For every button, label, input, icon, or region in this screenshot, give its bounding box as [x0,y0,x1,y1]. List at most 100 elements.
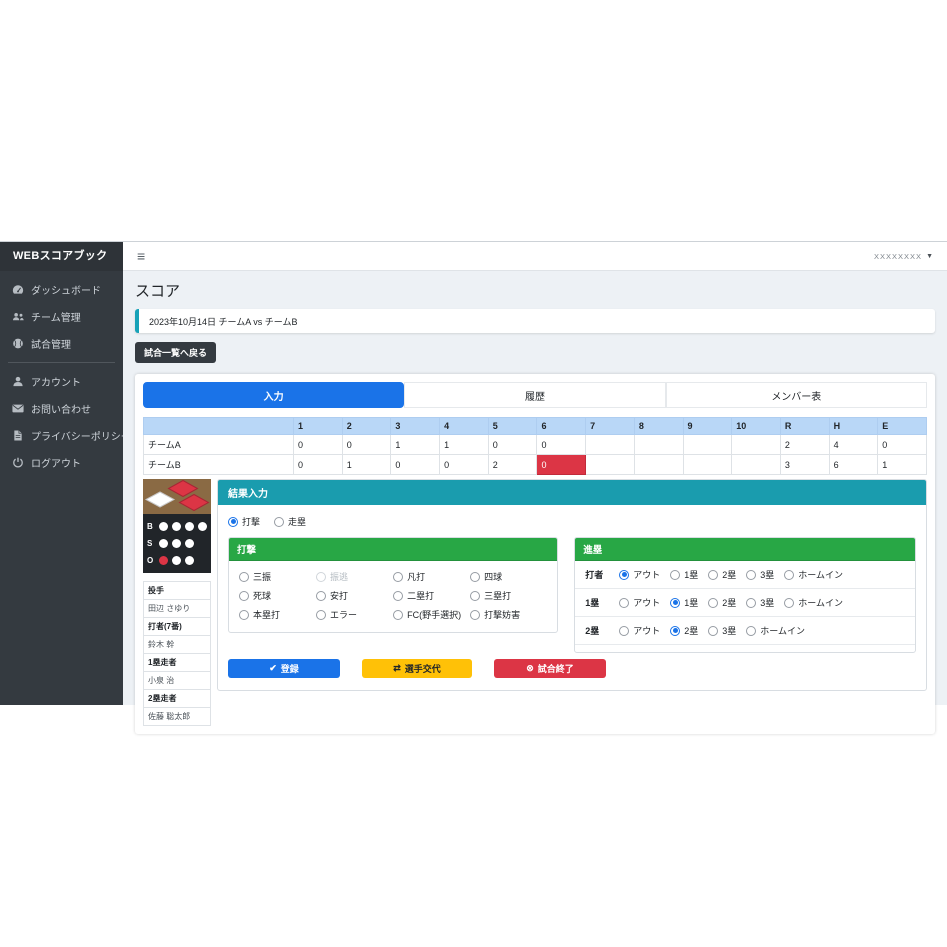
batting-option[interactable]: 二塁打 [393,589,470,602]
sidebar-item-account[interactable]: アカウント [7,368,116,395]
radio-unselected[interactable] [746,626,756,636]
tab-members[interactable]: メンバー表 [666,382,927,408]
advance-option[interactable]: 3塁 [746,596,774,609]
tab-input[interactable]: 入力 [143,382,404,408]
back-to-games-button[interactable]: 試合一覧へ戻る [135,342,216,363]
count-lamp-off [185,522,194,531]
stop-circle-icon: ⊗ [526,664,534,673]
batting-option[interactable]: 安打 [316,589,393,602]
substitute-label: 選手交代 [405,662,441,675]
dashboard-icon [11,284,24,296]
count-lamp-off [198,522,207,531]
radio-unselected[interactable] [393,610,403,620]
advance-option[interactable]: アウト [619,624,660,637]
advance-row-label: 1塁 [585,596,609,609]
count-lamp-off [185,556,194,565]
score-row: チームA001100240 [144,435,927,455]
advance-option[interactable]: ホームイン [784,568,843,581]
mode-option[interactable]: 走塁 [274,515,306,528]
score-cell: 0 [878,435,927,455]
radio-label: 3塁 [760,596,774,609]
advance-option[interactable]: 1塁 [670,596,698,609]
sidebar-item-games[interactable]: 試合管理 [7,330,116,357]
score-cell: 0 [294,435,343,455]
radio-unselected[interactable] [708,626,718,636]
radio-unselected[interactable] [316,610,326,620]
sidebar-item-teams[interactable]: チーム管理 [7,303,116,330]
batting-option[interactable]: 打撃妨害 [470,608,547,621]
batting-option[interactable]: 四球 [470,570,547,583]
radio-selected[interactable] [670,598,680,608]
radio-unselected[interactable] [393,591,403,601]
advance-option[interactable]: 1塁 [670,568,698,581]
score-cell: 0 [537,455,586,475]
radio-unselected[interactable] [708,598,718,608]
batting-option[interactable]: 三塁打 [470,589,547,602]
count-lamp-off [172,522,181,531]
score-cell: 1 [440,435,489,455]
end-game-button[interactable]: ⊗ 試合終了 [494,659,606,678]
radio-unselected[interactable] [470,610,480,620]
radio-selected[interactable] [619,570,629,580]
radio-unselected[interactable] [784,570,794,580]
count-letter: O [147,556,155,565]
register-label: 登録 [281,662,299,675]
score-cell: 0 [294,455,343,475]
sidebar-nav: ダッシュボードチーム管理試合管理 アカウントお問い合わせプライバシーポリシーログ… [0,271,123,481]
radio-unselected[interactable] [470,591,480,601]
batting-option[interactable]: 本塁打 [239,608,316,621]
radio-unselected[interactable] [239,572,249,582]
batting-option[interactable]: 三振 [239,570,316,583]
menu-toggle-icon[interactable]: ≡ [137,249,145,263]
radio-selected[interactable] [228,517,238,527]
user-name: XXXXXXXX [874,252,922,261]
radio-unselected[interactable] [746,570,756,580]
batting-panel-header: 打撃 [229,538,557,561]
advance-option[interactable]: 2塁 [708,596,736,609]
file-icon [11,430,24,442]
radio-label: 2塁 [722,596,736,609]
game-info-text: 2023年10月14日 チームA vs チームB [149,315,298,328]
advance-option[interactable]: アウト [619,568,660,581]
radio-unselected[interactable] [619,626,629,636]
team-name-cell: チームA [144,435,294,455]
radio-unselected[interactable] [619,598,629,608]
radio-unselected[interactable] [316,591,326,601]
radio-unselected[interactable] [746,598,756,608]
batting-option: 振逃 [316,570,393,583]
advance-option[interactable]: アウト [619,596,660,609]
radio-unselected[interactable] [670,570,680,580]
radio-label: 安打 [330,589,348,602]
advance-option[interactable]: 2塁 [670,624,698,637]
batting-option[interactable]: 死球 [239,589,316,602]
tab-history[interactable]: 履歴 [404,382,665,408]
register-button[interactable]: ✔ 登録 [228,659,340,678]
advance-option[interactable]: 2塁 [708,568,736,581]
radio-unselected[interactable] [239,591,249,601]
radio-unselected[interactable] [274,517,284,527]
radio-unselected[interactable] [239,610,249,620]
sidebar-item-label: アカウント [31,374,81,389]
radio-unselected[interactable] [470,572,480,582]
batting-option[interactable]: エラー [316,608,393,621]
user-menu[interactable]: XXXXXXXX ▼ [874,252,933,261]
radio-label: アウト [633,624,660,637]
radio-unselected[interactable] [393,572,403,582]
advance-option[interactable]: ホームイン [784,596,843,609]
sidebar-item-logout[interactable]: ログアウト [7,449,116,476]
radio-unselected[interactable] [708,570,718,580]
sidebar-item-dashboard[interactable]: ダッシュボード [7,276,116,303]
sidebar-item-privacy[interactable]: プライバシーポリシー [7,422,116,449]
radio-unselected[interactable] [784,598,794,608]
sidebar-item-contact[interactable]: お問い合わせ [7,395,116,422]
advance-option[interactable]: ホームイン [746,624,805,637]
batting-option[interactable]: FC(野手選択) [393,608,470,621]
radio-selected[interactable] [670,626,680,636]
substitute-button[interactable]: ⇄ 選手交代 [362,659,472,678]
baseball-icon [11,338,24,350]
advance-option[interactable]: 3塁 [708,624,736,637]
player-name: 佐藤 聡太郎 [144,708,211,726]
advance-option[interactable]: 3塁 [746,568,774,581]
batting-option[interactable]: 凡打 [393,570,470,583]
mode-option[interactable]: 打撃 [228,515,260,528]
